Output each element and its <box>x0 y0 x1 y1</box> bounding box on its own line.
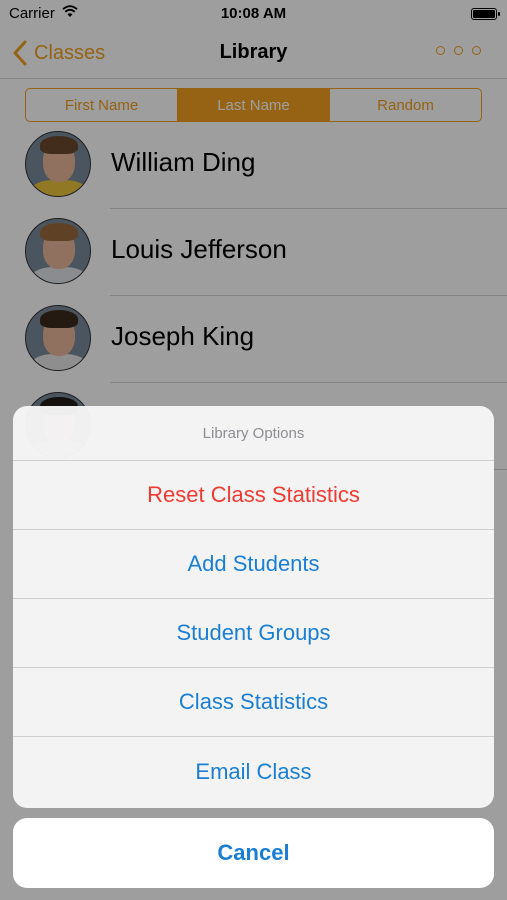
action-sheet-title: Library Options <box>13 406 494 461</box>
library-screen: Carrier 10:08 AM Classes Library First N… <box>0 0 507 900</box>
email-class-button[interactable]: Email Class <box>13 737 494 806</box>
class-statistics-button[interactable]: Class Statistics <box>13 668 494 737</box>
reset-class-statistics-button[interactable]: Reset Class Statistics <box>13 461 494 530</box>
action-sheet: Library Options Reset Class Statistics A… <box>13 406 494 808</box>
student-groups-button[interactable]: Student Groups <box>13 599 494 668</box>
add-students-button[interactable]: Add Students <box>13 530 494 599</box>
cancel-button[interactable]: Cancel <box>13 818 494 888</box>
